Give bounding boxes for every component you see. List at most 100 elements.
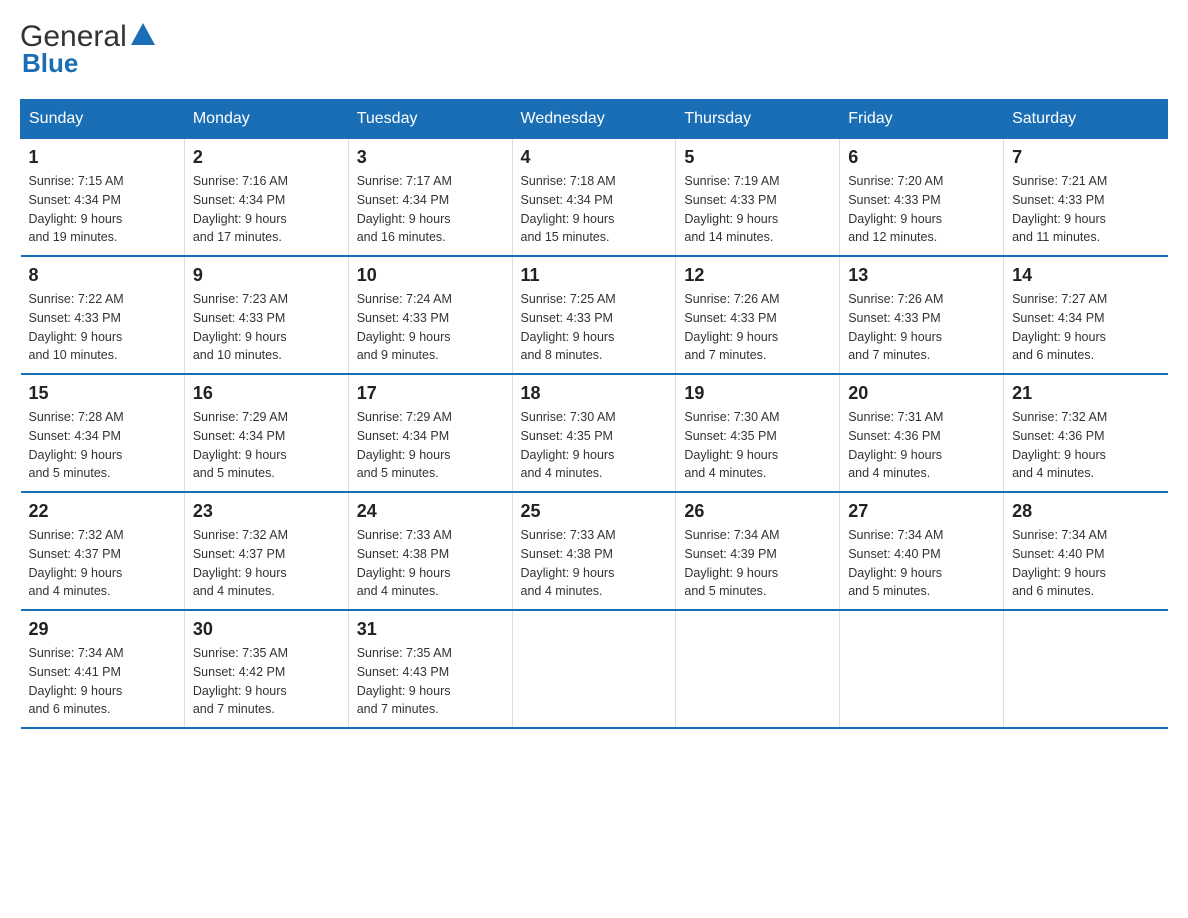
day-info: Sunrise: 7:26 AM Sunset: 4:33 PM Dayligh… (684, 290, 831, 365)
header-thursday: Thursday (676, 100, 840, 139)
day-info: Sunrise: 7:35 AM Sunset: 4:42 PM Dayligh… (193, 644, 340, 719)
calendar-cell: 29 Sunrise: 7:34 AM Sunset: 4:41 PM Dayl… (21, 610, 185, 728)
day-number: 11 (521, 265, 668, 286)
day-number: 30 (193, 619, 340, 640)
calendar-cell: 12 Sunrise: 7:26 AM Sunset: 4:33 PM Dayl… (676, 256, 840, 374)
calendar-cell: 4 Sunrise: 7:18 AM Sunset: 4:34 PM Dayli… (512, 139, 676, 257)
header-wednesday: Wednesday (512, 100, 676, 139)
day-info: Sunrise: 7:33 AM Sunset: 4:38 PM Dayligh… (357, 526, 504, 601)
logo: General Blue (20, 20, 157, 79)
calendar-cell: 11 Sunrise: 7:25 AM Sunset: 4:33 PM Dayl… (512, 256, 676, 374)
header-tuesday: Tuesday (348, 100, 512, 139)
day-info: Sunrise: 7:32 AM Sunset: 4:37 PM Dayligh… (29, 526, 176, 601)
day-info: Sunrise: 7:33 AM Sunset: 4:38 PM Dayligh… (521, 526, 668, 601)
day-number: 24 (357, 501, 504, 522)
calendar-cell: 14 Sunrise: 7:27 AM Sunset: 4:34 PM Dayl… (1004, 256, 1168, 374)
day-info: Sunrise: 7:16 AM Sunset: 4:34 PM Dayligh… (193, 172, 340, 247)
calendar-week-row: 8 Sunrise: 7:22 AM Sunset: 4:33 PM Dayli… (21, 256, 1168, 374)
day-info: Sunrise: 7:20 AM Sunset: 4:33 PM Dayligh… (848, 172, 995, 247)
day-number: 20 (848, 383, 995, 404)
day-number: 13 (848, 265, 995, 286)
calendar-cell: 2 Sunrise: 7:16 AM Sunset: 4:34 PM Dayli… (184, 139, 348, 257)
calendar-cell: 7 Sunrise: 7:21 AM Sunset: 4:33 PM Dayli… (1004, 139, 1168, 257)
calendar-cell: 26 Sunrise: 7:34 AM Sunset: 4:39 PM Dayl… (676, 492, 840, 610)
calendar-cell: 13 Sunrise: 7:26 AM Sunset: 4:33 PM Dayl… (840, 256, 1004, 374)
day-info: Sunrise: 7:26 AM Sunset: 4:33 PM Dayligh… (848, 290, 995, 365)
calendar-cell: 28 Sunrise: 7:34 AM Sunset: 4:40 PM Dayl… (1004, 492, 1168, 610)
day-info: Sunrise: 7:15 AM Sunset: 4:34 PM Dayligh… (29, 172, 176, 247)
calendar-cell: 24 Sunrise: 7:33 AM Sunset: 4:38 PM Dayl… (348, 492, 512, 610)
calendar-cell: 18 Sunrise: 7:30 AM Sunset: 4:35 PM Dayl… (512, 374, 676, 492)
calendar-week-row: 22 Sunrise: 7:32 AM Sunset: 4:37 PM Dayl… (21, 492, 1168, 610)
day-info: Sunrise: 7:32 AM Sunset: 4:37 PM Dayligh… (193, 526, 340, 601)
day-number: 6 (848, 147, 995, 168)
calendar-cell: 23 Sunrise: 7:32 AM Sunset: 4:37 PM Dayl… (184, 492, 348, 610)
logo-blue-text: Blue (22, 48, 78, 79)
header-sunday: Sunday (21, 100, 185, 139)
header-saturday: Saturday (1004, 100, 1168, 139)
day-number: 23 (193, 501, 340, 522)
day-number: 18 (521, 383, 668, 404)
day-info: Sunrise: 7:29 AM Sunset: 4:34 PM Dayligh… (193, 408, 340, 483)
day-info: Sunrise: 7:34 AM Sunset: 4:40 PM Dayligh… (1012, 526, 1159, 601)
day-info: Sunrise: 7:30 AM Sunset: 4:35 PM Dayligh… (684, 408, 831, 483)
day-number: 26 (684, 501, 831, 522)
calendar-week-row: 1 Sunrise: 7:15 AM Sunset: 4:34 PM Dayli… (21, 139, 1168, 257)
calendar-cell: 31 Sunrise: 7:35 AM Sunset: 4:43 PM Dayl… (348, 610, 512, 728)
day-info: Sunrise: 7:27 AM Sunset: 4:34 PM Dayligh… (1012, 290, 1159, 365)
day-number: 1 (29, 147, 176, 168)
day-info: Sunrise: 7:19 AM Sunset: 4:33 PM Dayligh… (684, 172, 831, 247)
day-number: 15 (29, 383, 176, 404)
day-number: 14 (1012, 265, 1159, 286)
day-info: Sunrise: 7:29 AM Sunset: 4:34 PM Dayligh… (357, 408, 504, 483)
day-info: Sunrise: 7:31 AM Sunset: 4:36 PM Dayligh… (848, 408, 995, 483)
calendar-cell (512, 610, 676, 728)
calendar-cell: 16 Sunrise: 7:29 AM Sunset: 4:34 PM Dayl… (184, 374, 348, 492)
day-number: 2 (193, 147, 340, 168)
calendar-cell: 27 Sunrise: 7:34 AM Sunset: 4:40 PM Dayl… (840, 492, 1004, 610)
day-number: 19 (684, 383, 831, 404)
header-monday: Monday (184, 100, 348, 139)
calendar-week-row: 29 Sunrise: 7:34 AM Sunset: 4:41 PM Dayl… (21, 610, 1168, 728)
calendar-cell: 25 Sunrise: 7:33 AM Sunset: 4:38 PM Dayl… (512, 492, 676, 610)
calendar-week-row: 15 Sunrise: 7:28 AM Sunset: 4:34 PM Dayl… (21, 374, 1168, 492)
day-info: Sunrise: 7:22 AM Sunset: 4:33 PM Dayligh… (29, 290, 176, 365)
day-number: 29 (29, 619, 176, 640)
day-number: 25 (521, 501, 668, 522)
day-number: 21 (1012, 383, 1159, 404)
calendar-cell (840, 610, 1004, 728)
day-number: 3 (357, 147, 504, 168)
day-number: 10 (357, 265, 504, 286)
calendar-cell: 20 Sunrise: 7:31 AM Sunset: 4:36 PM Dayl… (840, 374, 1004, 492)
logo-triangle-icon (129, 21, 157, 49)
day-info: Sunrise: 7:21 AM Sunset: 4:33 PM Dayligh… (1012, 172, 1159, 247)
page-header: General Blue (20, 20, 1168, 79)
header-friday: Friday (840, 100, 1004, 139)
day-number: 28 (1012, 501, 1159, 522)
calendar-cell: 17 Sunrise: 7:29 AM Sunset: 4:34 PM Dayl… (348, 374, 512, 492)
day-info: Sunrise: 7:25 AM Sunset: 4:33 PM Dayligh… (521, 290, 668, 365)
day-number: 22 (29, 501, 176, 522)
day-info: Sunrise: 7:24 AM Sunset: 4:33 PM Dayligh… (357, 290, 504, 365)
day-number: 7 (1012, 147, 1159, 168)
day-info: Sunrise: 7:30 AM Sunset: 4:35 PM Dayligh… (521, 408, 668, 483)
day-number: 12 (684, 265, 831, 286)
calendar-cell (1004, 610, 1168, 728)
calendar-cell: 6 Sunrise: 7:20 AM Sunset: 4:33 PM Dayli… (840, 139, 1004, 257)
calendar-cell: 22 Sunrise: 7:32 AM Sunset: 4:37 PM Dayl… (21, 492, 185, 610)
calendar-cell: 5 Sunrise: 7:19 AM Sunset: 4:33 PM Dayli… (676, 139, 840, 257)
calendar-cell: 8 Sunrise: 7:22 AM Sunset: 4:33 PM Dayli… (21, 256, 185, 374)
day-info: Sunrise: 7:17 AM Sunset: 4:34 PM Dayligh… (357, 172, 504, 247)
day-info: Sunrise: 7:34 AM Sunset: 4:40 PM Dayligh… (848, 526, 995, 601)
calendar-cell: 21 Sunrise: 7:32 AM Sunset: 4:36 PM Dayl… (1004, 374, 1168, 492)
calendar-cell: 3 Sunrise: 7:17 AM Sunset: 4:34 PM Dayli… (348, 139, 512, 257)
day-info: Sunrise: 7:18 AM Sunset: 4:34 PM Dayligh… (521, 172, 668, 247)
calendar-table: SundayMondayTuesdayWednesdayThursdayFrid… (20, 99, 1168, 729)
day-number: 4 (521, 147, 668, 168)
calendar-cell: 10 Sunrise: 7:24 AM Sunset: 4:33 PM Dayl… (348, 256, 512, 374)
day-info: Sunrise: 7:23 AM Sunset: 4:33 PM Dayligh… (193, 290, 340, 365)
day-info: Sunrise: 7:34 AM Sunset: 4:39 PM Dayligh… (684, 526, 831, 601)
day-number: 31 (357, 619, 504, 640)
calendar-header-row: SundayMondayTuesdayWednesdayThursdayFrid… (21, 100, 1168, 139)
calendar-cell: 15 Sunrise: 7:28 AM Sunset: 4:34 PM Dayl… (21, 374, 185, 492)
